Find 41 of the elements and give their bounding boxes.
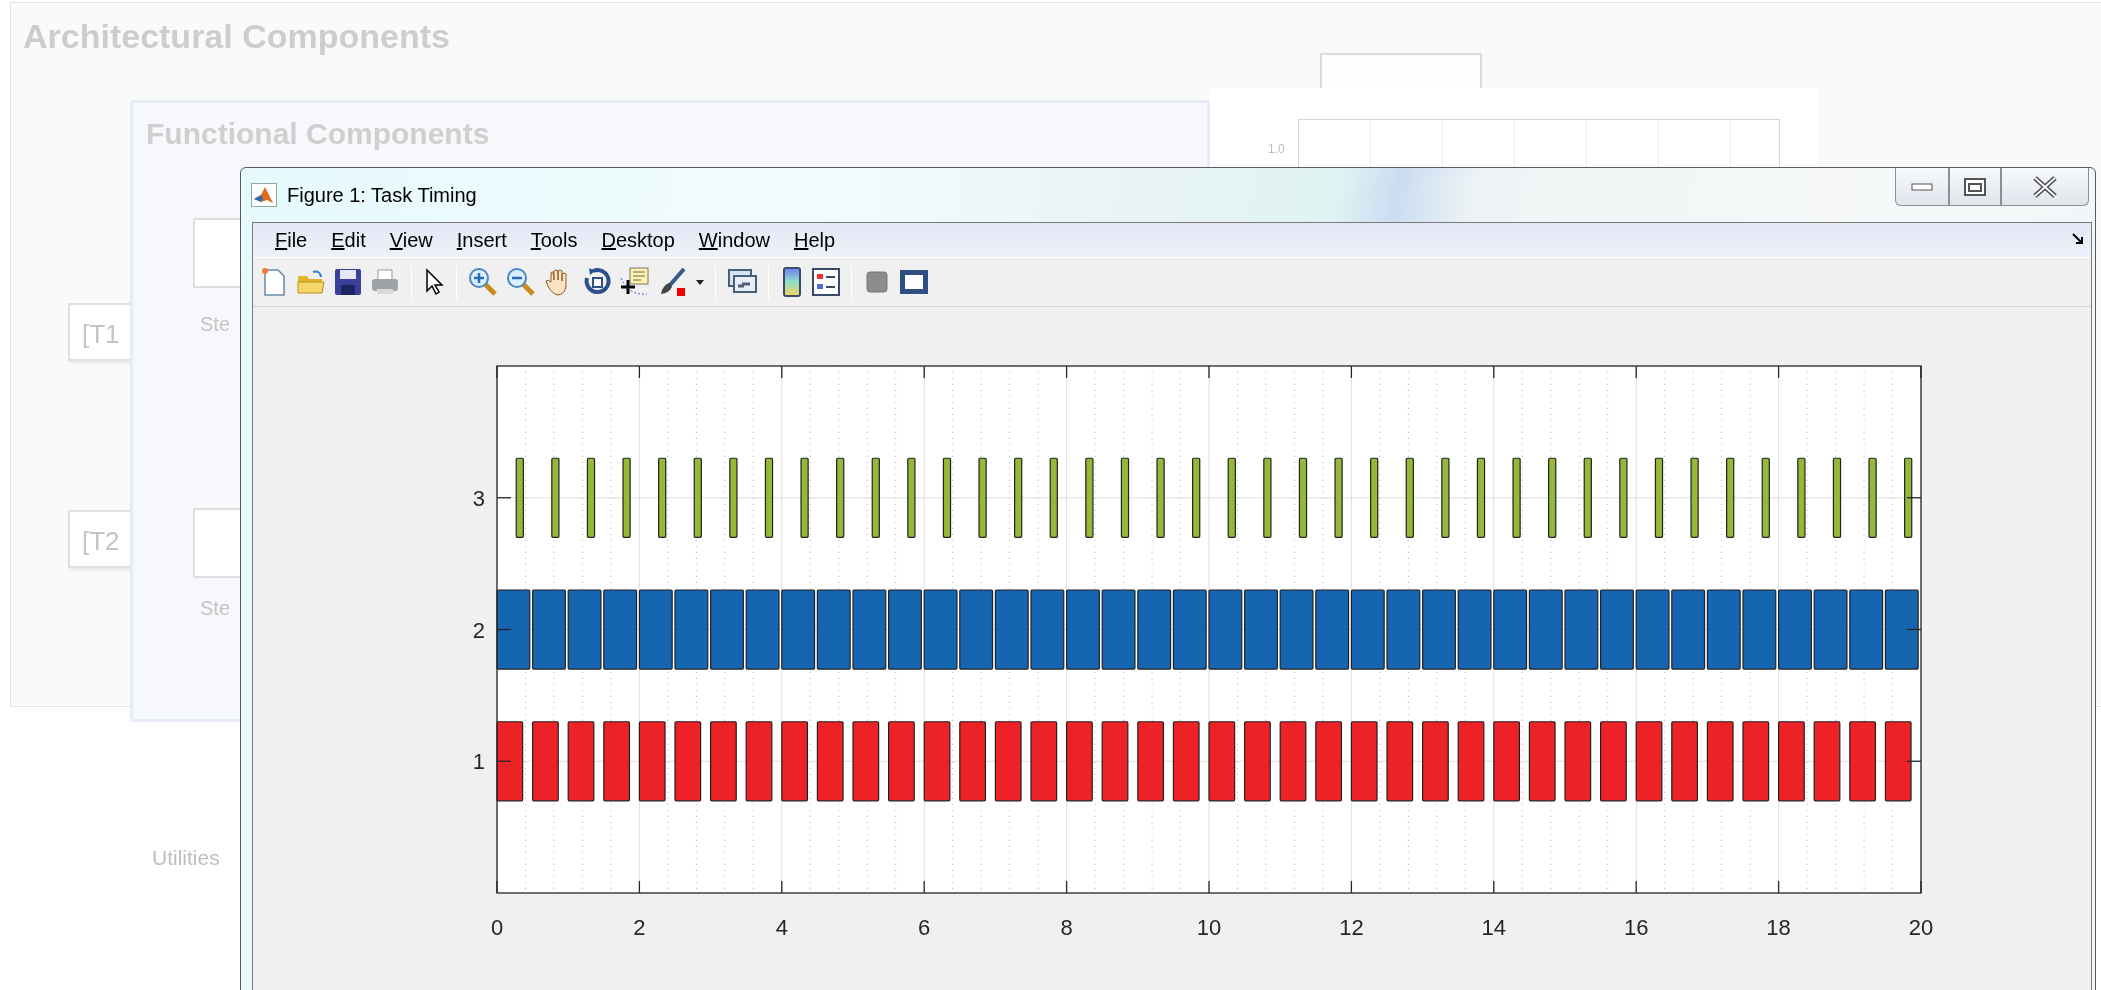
- axis-tick-label: 1.0: [1268, 141, 1285, 158]
- menu-item[interactable]: File: [263, 225, 320, 255]
- window-title: Figure 1: Task Timing: [287, 183, 477, 208]
- close-button[interactable]: [2001, 168, 2089, 206]
- axis-tick-label: 12: [1339, 915, 1364, 940]
- axis-tick-label: 8: [1060, 915, 1073, 940]
- axis-tick-label: 18: [1766, 915, 1791, 940]
- data-cursor-icon[interactable]: [619, 266, 651, 298]
- axis-tick-label: 4: [775, 915, 788, 940]
- menu-item[interactable]: Window: [686, 225, 782, 255]
- block-label: Ste: [200, 596, 231, 621]
- save-icon[interactable]: [333, 267, 363, 297]
- maximize-button[interactable]: [1949, 168, 2001, 206]
- close-icon: [2032, 175, 2058, 198]
- axis-tick-label: 1: [472, 749, 485, 775]
- legend-icon[interactable]: [811, 267, 841, 297]
- axis-tick-label: 3: [472, 485, 485, 511]
- dock-arrow-icon[interactable]: [2071, 232, 2085, 246]
- axis-tick-label: 14: [1481, 915, 1507, 940]
- axis-tick-label: 2: [633, 915, 646, 940]
- minimize-icon: [1911, 182, 1933, 191]
- triangle-logo-icon: [251, 183, 277, 207]
- menu-item[interactable]: View: [377, 225, 445, 255]
- axis-tick-label: 16: [1623, 915, 1649, 940]
- zoom-out-icon[interactable]: [505, 266, 537, 298]
- maximize-icon: [1964, 177, 1986, 196]
- menu-item[interactable]: Insert: [444, 225, 519, 255]
- axis-tick-label: 6: [918, 915, 931, 940]
- menu-item[interactable]: Desktop: [589, 225, 687, 255]
- axis-tick-label: 2: [472, 617, 485, 643]
- menu-item[interactable]: Edit: [319, 225, 378, 255]
- menu-item[interactable]: Tools: [518, 225, 590, 255]
- zoom-in-icon[interactable]: [467, 266, 499, 298]
- block-label: Ste: [200, 312, 231, 337]
- section-label: Utilities: [152, 845, 220, 871]
- axis-tick-label: 20: [1908, 915, 1934, 940]
- axis-tick-label: 10: [1196, 915, 1222, 940]
- minimize-button[interactable]: [1895, 168, 1949, 206]
- axis-tick-label: 0: [490, 915, 504, 940]
- window-icon[interactable]: [898, 267, 930, 297]
- menu-item[interactable]: Help: [782, 225, 848, 255]
